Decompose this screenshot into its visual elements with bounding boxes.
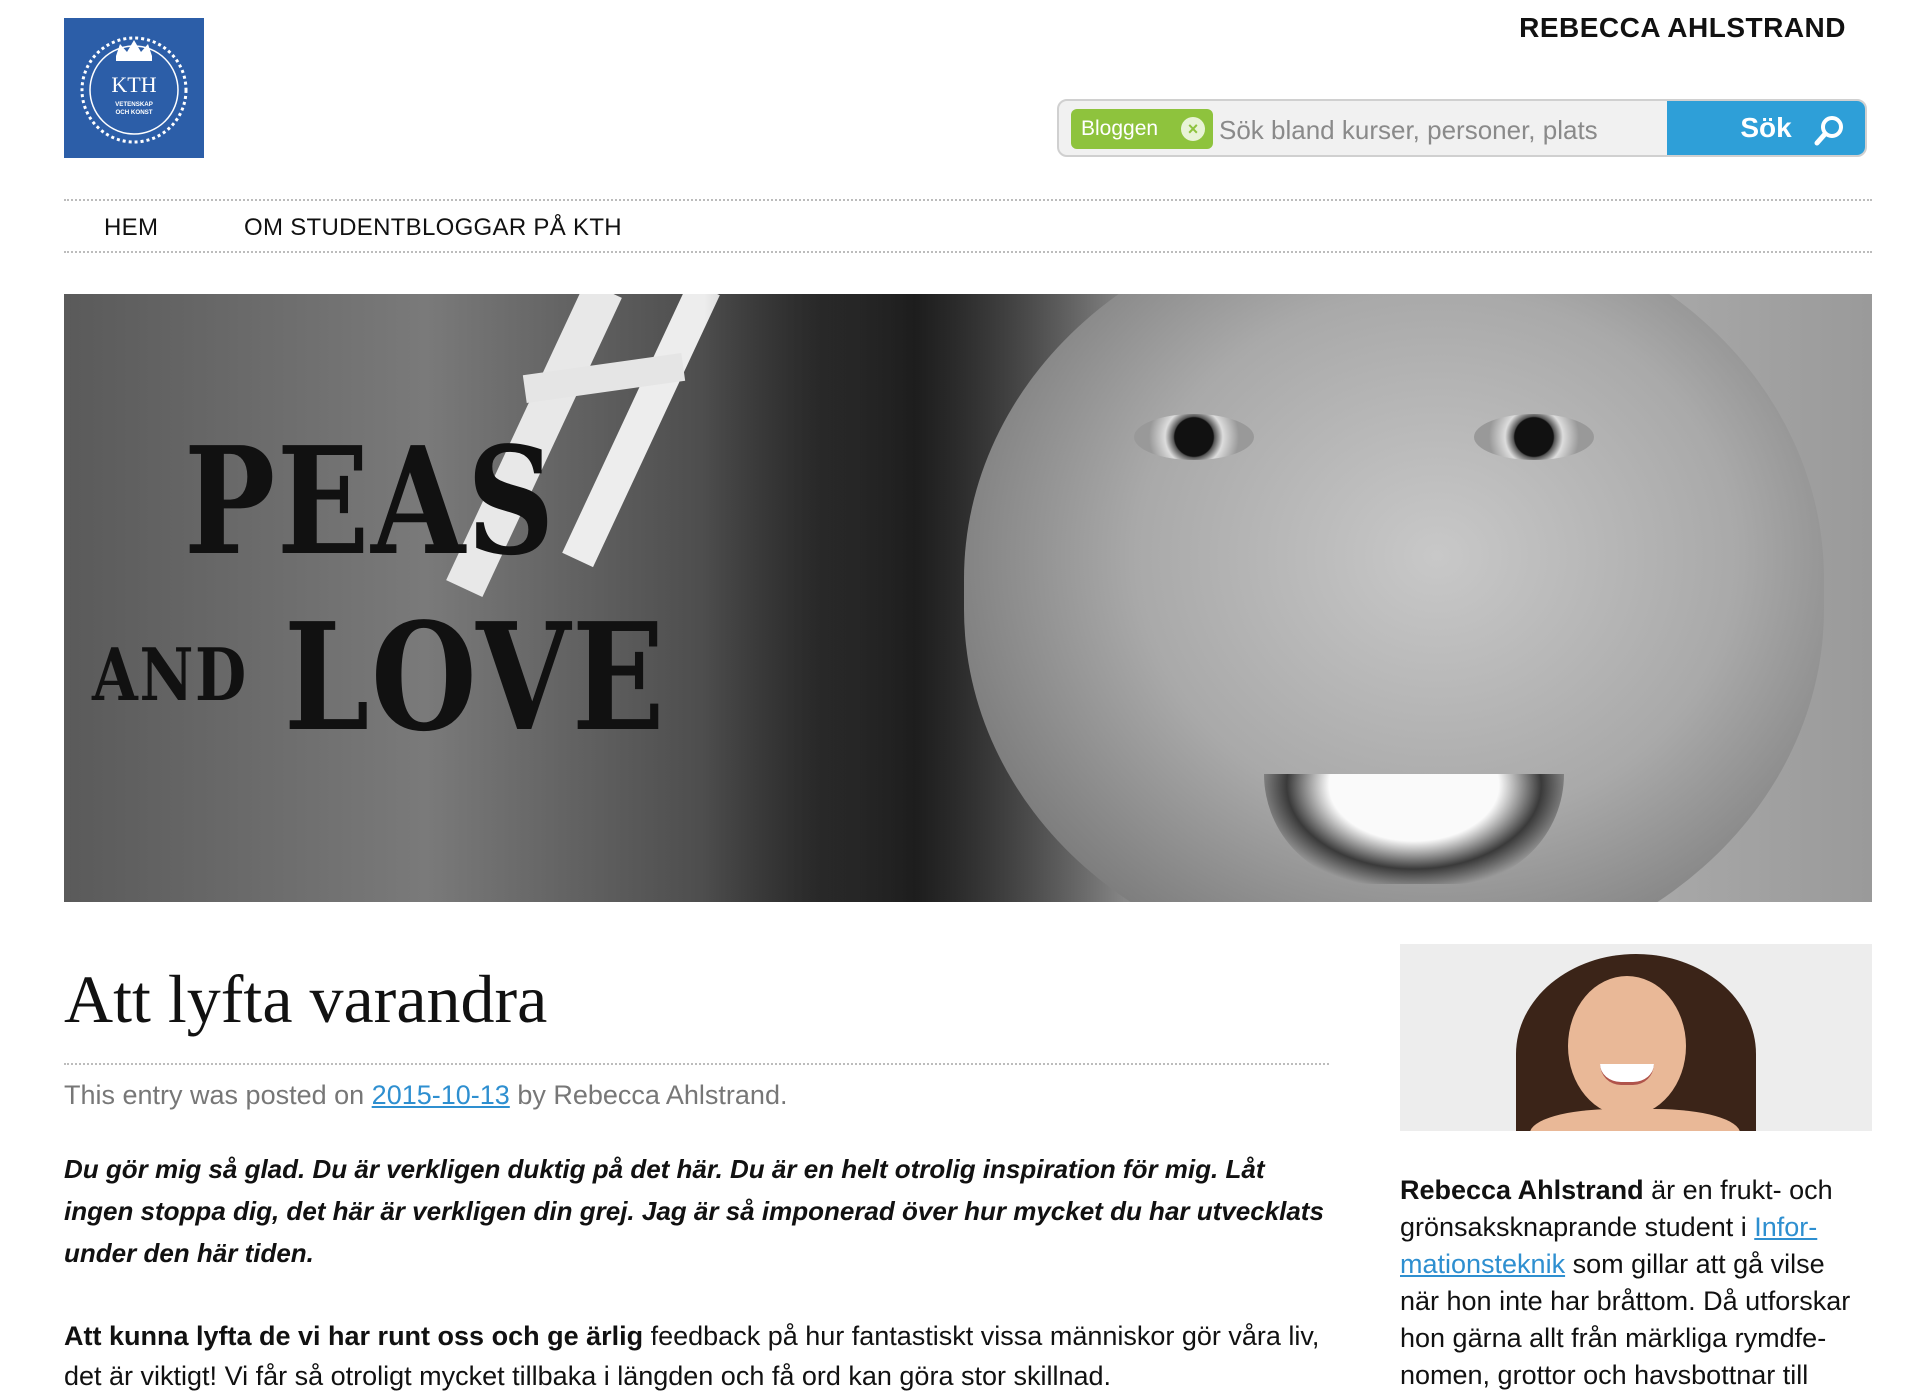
nav-item-hem[interactable]: HEM [104,214,158,242]
post-meta-suffix: by Rebecca Ahlstrand. [517,1080,788,1110]
kth-crest-icon: KTH VETENSKAP OCH KONST [80,36,188,144]
post-quote: Du gör mig så glad. Du är verkligen dukt… [64,1154,1324,1268]
post-paragraph-bold: Att kunna lyfta de vi har runt oss och g… [64,1321,644,1351]
title-divider [64,1063,1329,1065]
banner-title-and: AND [92,632,248,717]
post-meta-prefix: This entry was posted on [64,1080,365,1110]
main-nav: HEM OM STUDENTBLOGGAR PÅ KTH [64,199,1872,253]
post-date-link[interactable]: 2015-10-13 [372,1080,510,1110]
search-button-label: Sök [1740,112,1792,143]
logo-text: KTH [111,72,156,97]
post-paragraph: Att kunna lyfta de vi har runt oss och g… [64,1316,1334,1396]
svg-text:OCH KONST: OCH KONST [115,109,152,116]
search-icon [1814,116,1843,146]
author-bio: Rebecca Ahlstrand är en frukt- och gröns… [1400,1172,1870,1394]
search-button[interactable]: Sök [1667,101,1865,155]
search-scope-tag[interactable]: Bloggen × [1071,109,1213,149]
author-name: Rebecca Ahlstrand [1400,1175,1644,1205]
search-input[interactable] [1217,105,1721,155]
kth-logo[interactable]: KTH VETENSKAP OCH KONST [64,18,204,158]
search-scope-label: Bloggen [1081,117,1159,140]
user-name[interactable]: REBECCA AHLSTRAND [1519,12,1846,44]
banner-title-love: LOVE [284,590,667,764]
nav-item-om-studentbloggar[interactable]: OM STUDENTBLOGGAR PÅ KTH [244,214,622,242]
author-photo [1400,944,1872,1131]
banner-title-peas: PEAS [184,414,557,588]
banner-eye-left [1134,414,1254,460]
remove-scope-icon[interactable]: × [1181,117,1205,141]
blog-header-banner: PEAS AND LOVE [64,294,1872,902]
post-meta: This entry was posted on 2015-10-13 by R… [64,1080,787,1111]
banner-eye-right [1474,414,1594,460]
svg-text:VETENSKAP: VETENSKAP [115,101,153,108]
post-title: Att lyfta varandra [64,961,548,1037]
search-bar: Bloggen × Sök [1057,99,1867,157]
